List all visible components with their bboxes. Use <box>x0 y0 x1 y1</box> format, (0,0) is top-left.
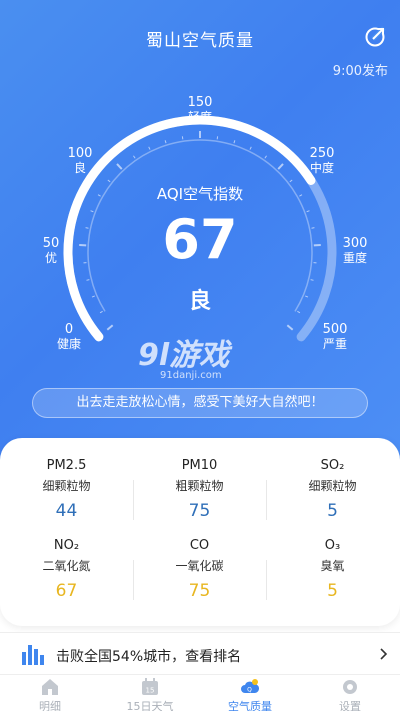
pollutant-value: 67 <box>55 581 78 601</box>
ranking-text: 击败全国54%城市，查看排名 <box>56 649 242 665</box>
gauge-tick <box>264 155 267 159</box>
share-icon[interactable] <box>364 26 386 48</box>
gauge-tick <box>116 163 123 170</box>
gauge-tick <box>249 146 252 150</box>
calendar-icon: 15 <box>142 678 158 695</box>
bottom-nav: 明细 15 15日天气 Q 空气质量 设置 <box>0 674 400 711</box>
nav-item-15day[interactable]: 15 15日天气 <box>100 677 200 711</box>
svg-text:Q: Q <box>247 687 252 694</box>
gauge-tick <box>233 140 236 144</box>
pollutant-pm10[interactable]: PM10 粗颗粒物 75 <box>133 458 266 521</box>
pollutant-o3[interactable]: O₃ 臭氧 5 <box>266 538 399 601</box>
page-title: 蜀山空气质量 <box>146 31 254 51</box>
gauge-tick <box>164 140 167 144</box>
gauge-tick <box>286 324 294 331</box>
gauge-scale-label: 250 中度 <box>309 146 335 175</box>
pollutant-value: 75 <box>188 501 211 521</box>
gauge-tick <box>86 279 90 281</box>
pollutant-co[interactable]: CO 一氧化碳 75 <box>133 538 266 601</box>
gauge-tick <box>106 324 114 331</box>
aqi-title: AQI空气指数 <box>156 185 244 203</box>
gauge-scale-label: 150 轻度 <box>187 95 213 124</box>
gauge-tick <box>148 146 151 150</box>
aqi-value: 67 <box>162 208 238 271</box>
pollutant-no2[interactable]: NO₂ 二氧化氮 67 <box>0 538 133 601</box>
gauge-tick <box>277 163 284 170</box>
nav-item-settings[interactable]: 设置 <box>300 677 400 711</box>
publish-time: 9:00发布 <box>332 64 388 79</box>
pollutant-value: 44 <box>55 501 78 521</box>
pollutant-so2[interactable]: SO₂ 细颗粒物 5 <box>266 458 399 521</box>
bar-chart-icon <box>22 645 44 665</box>
gauge-tick <box>289 179 293 183</box>
nav-item-air-quality[interactable]: Q 空气质量 <box>200 677 300 711</box>
pollutant-value: 5 <box>327 501 338 521</box>
chevron-right-icon <box>380 648 388 660</box>
settings-icon <box>343 680 357 694</box>
gauge-scale-label: 500 严重 <box>322 322 348 351</box>
nav-item-details[interactable]: 明细 <box>0 677 100 711</box>
gauge-tick <box>107 179 111 183</box>
gauge-scale-label: 100 良 <box>67 146 93 175</box>
pollutant-card: PM2.5 细颗粒物 44 PM10 粗颗粒物 75 SO₂ 细颗粒物 5 NO… <box>0 438 400 626</box>
aqi-level: 良 <box>188 289 211 314</box>
svg-text:15: 15 <box>146 687 155 695</box>
tip-banner[interactable]: 出去走走放松心情，感受下美好大自然吧！ <box>32 388 368 418</box>
gauge-tick <box>133 155 136 159</box>
ranking-row[interactable]: 击败全国54%城市，查看排名 <box>0 632 400 674</box>
gauge-scale-label: 0 健康 <box>56 322 81 351</box>
gauge-tick <box>310 279 314 281</box>
pollutant-value: 5 <box>327 581 338 601</box>
pollutant-pm25[interactable]: PM2.5 细颗粒物 44 <box>0 458 133 521</box>
watermark-logo: 9l游戏 91danji.com <box>138 338 230 381</box>
air-quality-icon: Q <box>241 679 260 694</box>
pollutant-value: 75 <box>188 581 211 601</box>
home-icon <box>42 679 58 695</box>
